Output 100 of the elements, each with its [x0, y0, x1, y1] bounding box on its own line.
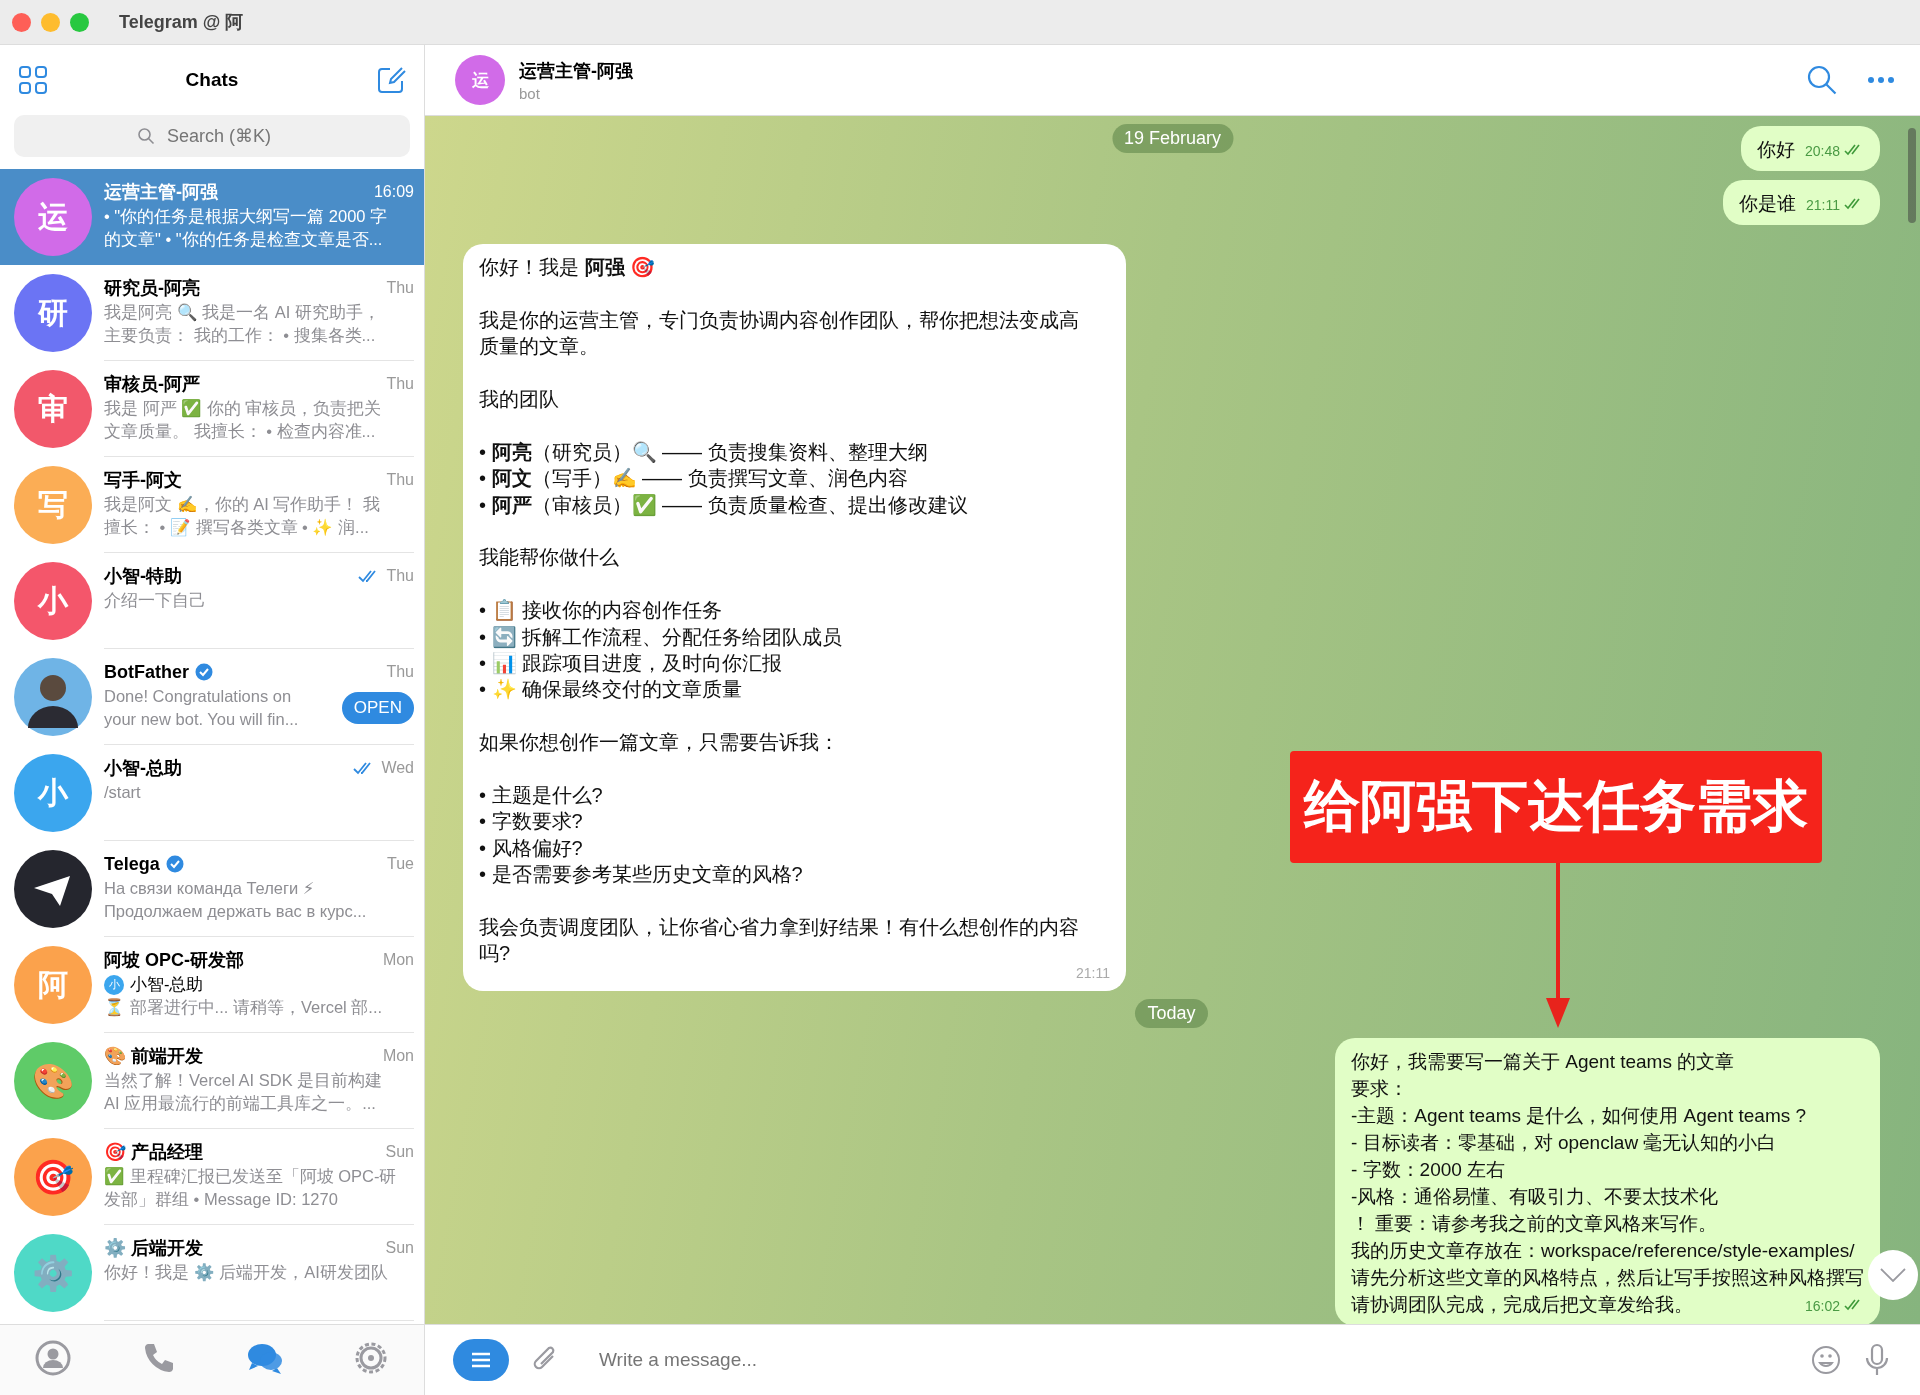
chat-name: 审核员-阿严	[104, 373, 200, 396]
message-text: 你好	[1756, 138, 1795, 162]
chat-time: Thu	[386, 471, 414, 489]
chat-time: Thu	[386, 279, 414, 297]
message-preview: your new bot. You will fin...	[104, 709, 300, 730]
message-text: • 阿文（写手）✍ —— 负责撰写文章、润色内容	[479, 466, 909, 492]
chat-list-item[interactable]: 🎨 🎨 前端开发 Mon 当然了解！Vercel AI SDK 是目前构建 AI 应用最流行的前端工具库之一。...	[0, 1033, 424, 1129]
chat-avatar: 运	[455, 55, 505, 105]
message-time: 21:11	[1076, 964, 1110, 984]
message-preview: 你好！我是 ⚙ 后端开发，AI研发团队	[104, 1262, 389, 1283]
scrollbar[interactable]	[1908, 128, 1916, 223]
message-preview: ✅ 里程碑汇报已发送至「阿坡 OPC-研	[104, 1166, 398, 1188]
chat-list-item[interactable]: 运 运营主管-阿强 16:09 • "你的任务是根据大纲写一篇 2000 字 的文章" • "你的任务是检查文章是否...	[0, 169, 424, 265]
chat-name: 写手-阿文	[104, 469, 182, 492]
close-window-button[interactable]	[12, 12, 31, 32]
search-bar[interactable]: Search (⌘K)	[14, 115, 410, 157]
message-preview: 文章质量。 我擅长： • 检查内容准...	[104, 421, 377, 442]
message-time: 16:02	[1803, 1296, 1840, 1316]
chat-time: Sun	[385, 1239, 414, 1257]
message-preview: 主要负责： 我的工作： • 搜集各类...	[104, 325, 377, 346]
chat-list-item[interactable]: BotFather Thu Done! Congratulations on your new bot. You will fin... OPEN	[0, 649, 424, 745]
chat-avatar: 审	[14, 370, 92, 448]
chat-time: Mon	[382, 951, 414, 969]
chat-list-item[interactable]: ⚙ ⚙ 后端开发 Sun 你好！我是 ⚙ 后端开发，AI研发团队	[0, 1225, 424, 1321]
message-text: 如果你想创作一篇文章，只需要告诉我：	[479, 730, 840, 756]
message-preview: 我是 阿严 ✅ 你的 审核员，负责把关	[104, 398, 383, 420]
chat-time: Thu	[386, 567, 414, 585]
person-icon[interactable]	[33, 1338, 73, 1378]
message-preview: 我是阿文 ✍，你的 AI 写作助手！ 我	[104, 494, 381, 515]
zoom-window-button[interactable]	[70, 12, 89, 32]
message-text: • 字数要求?	[479, 809, 584, 835]
window-title: Telegram @ 阿	[119, 11, 244, 34]
chat-name: 小智-特助	[104, 565, 182, 588]
chat-list-item[interactable]: 小 小智-特助 Thu 介绍一下自己	[0, 553, 424, 649]
message-preview: Продолжаем держать вас в курс...	[104, 901, 368, 922]
chat-time: Tue	[387, 855, 414, 873]
message-preview: /start	[104, 782, 142, 803]
chat-avatar: 写	[14, 466, 92, 544]
date-header: 19 February	[1111, 124, 1234, 153]
chat-list-item[interactable]: 研 研究员-阿亮 Thu 我是阿亮 🔍 我是一名 AI 研究助手， 主要负责： 我的工作： • 搜集各类...	[0, 265, 424, 361]
chat-name: 阿坡 OPC-研发部	[104, 949, 244, 972]
message-text: • 是否需要参考某些历史文章的风格?	[479, 862, 804, 888]
chat-name: 🎯 产品经理	[104, 1141, 203, 1164]
message-text: 你是谁	[1739, 192, 1796, 216]
chat-avatar: 🎯	[14, 1138, 92, 1216]
annotation-label: 给阿强下达任务需求	[1290, 751, 1822, 863]
chat-avatar: 小	[14, 754, 92, 832]
message-preview: 介绍一下自己	[104, 590, 207, 611]
message-time: 20:48	[1803, 142, 1840, 161]
message-text: 我是你的运营主管，专门负责协调内容创作团队，帮你把想法变成高质量的文章。	[479, 307, 1080, 360]
chat-avatar: 研	[14, 274, 92, 352]
open-button[interactable]: OPEN	[341, 692, 414, 724]
message-text: 你好，我需要写一篇关于 Agent teams 的文章	[1351, 1049, 1735, 1074]
chat-list-item[interactable]: 阿 阿坡 OPC-研发部 Mon 小 小智-总助 ⏳ 部署进行中... 请稍等，Vercel 部...	[0, 937, 424, 1033]
sender-name: 小智-总助	[130, 973, 204, 995]
smiley-icon[interactable]	[1810, 1344, 1842, 1376]
message-preview: ⏳ 部署进行中... 请稍等，Vercel 部...	[104, 997, 384, 1019]
search-input[interactable]: Search (⌘K)	[165, 124, 287, 148]
scroll-down-button[interactable]	[1868, 1250, 1918, 1300]
chat-list-item[interactable]: 写 写手-阿文 Thu 我是阿文 ✍，你的 AI 写作助手！ 我 擅长： • 📝 撰写各类文章 • ✨ 润...	[0, 457, 424, 553]
message-text: - 目标读者：零基础，对 openclaw 毫无认知的小白	[1351, 1130, 1777, 1155]
chat-name: BotFather	[104, 661, 189, 683]
chat-name: 研究员-阿亮	[104, 277, 200, 300]
chat-title: 运营主管-阿强	[519, 59, 633, 83]
message-text: 我能帮你做什么	[479, 545, 620, 571]
message-text: 我的团队	[479, 387, 560, 412]
message-preview: 我是阿亮 🔍 我是一名 AI 研究助手，	[104, 302, 381, 323]
message-time: 21:11	[1805, 196, 1840, 215]
compose-icon[interactable]	[376, 65, 406, 95]
menu-button[interactable]	[453, 1339, 509, 1381]
message-text: 我会负责调度团队，让你省心省力拿到好结果！有什么想创作的内容吗?	[479, 915, 1080, 967]
chat-list-item[interactable]: Telega Tue На связи команда Телеги ⚡ Продолжаем держать вас в курс...	[0, 841, 424, 937]
message-preview: 当然了解！Vercel AI SDK 是目前构建	[104, 1070, 384, 1091]
message-preview: Done! Congratulations on	[104, 686, 293, 707]
chat-list-item[interactable]: 审 审核员-阿严 Thu 我是 阿严 ✅ 你的 审核员，负责把关 文章质量。 我擅长： • 检查内容准...	[0, 361, 424, 457]
message-text: • 风格偏好?	[479, 835, 584, 861]
message-text: 请协调团队完成，完成后把文章发给我。	[1351, 1292, 1693, 1317]
chat-avatar: 小	[14, 562, 92, 640]
microphone-icon[interactable]	[1864, 1343, 1890, 1377]
message-text: • 阿严（审核员）✅ —— 负责质量检查、提出修改建议	[479, 492, 969, 518]
chat-avatar: ⚙	[14, 1234, 92, 1312]
chat-name: 🎨 前端开发	[104, 1045, 203, 1068]
grid-icon[interactable]	[18, 65, 48, 95]
search-icon[interactable]	[1806, 64, 1838, 96]
search-icon	[137, 127, 155, 145]
message-preview: AI 应用最流行的前端工具库之一。...	[104, 1093, 377, 1114]
more-icon[interactable]	[1866, 75, 1896, 85]
chat-avatar: 🎨	[14, 1042, 92, 1120]
chat-time: Thu	[386, 375, 414, 393]
chat-list-item[interactable]: 小 小智-总助 Wed /start	[0, 745, 424, 841]
chat-list-item[interactable]: 🎯 🎯 产品经理 Sun ✅ 里程碑汇报已发送至「阿坡 OPC-研 发部」群组 • Message ID: 1270	[0, 1129, 424, 1225]
message-text: • 📊 跟踪项目进度，及时向你汇报	[479, 651, 784, 676]
minimize-window-button[interactable]	[41, 12, 60, 32]
chevron-down-icon	[1880, 1268, 1906, 1282]
message-text: • ✨ 确保最终交付的文章质量	[479, 677, 744, 703]
chat-subtitle: bot	[519, 84, 541, 102]
message-text: - 字数：2000 左右	[1351, 1157, 1506, 1182]
chat-time: Sun	[385, 1143, 414, 1161]
chat-name: 运营主管-阿强	[104, 181, 218, 204]
chat-name: ⚙ 后端开发	[104, 1237, 203, 1260]
